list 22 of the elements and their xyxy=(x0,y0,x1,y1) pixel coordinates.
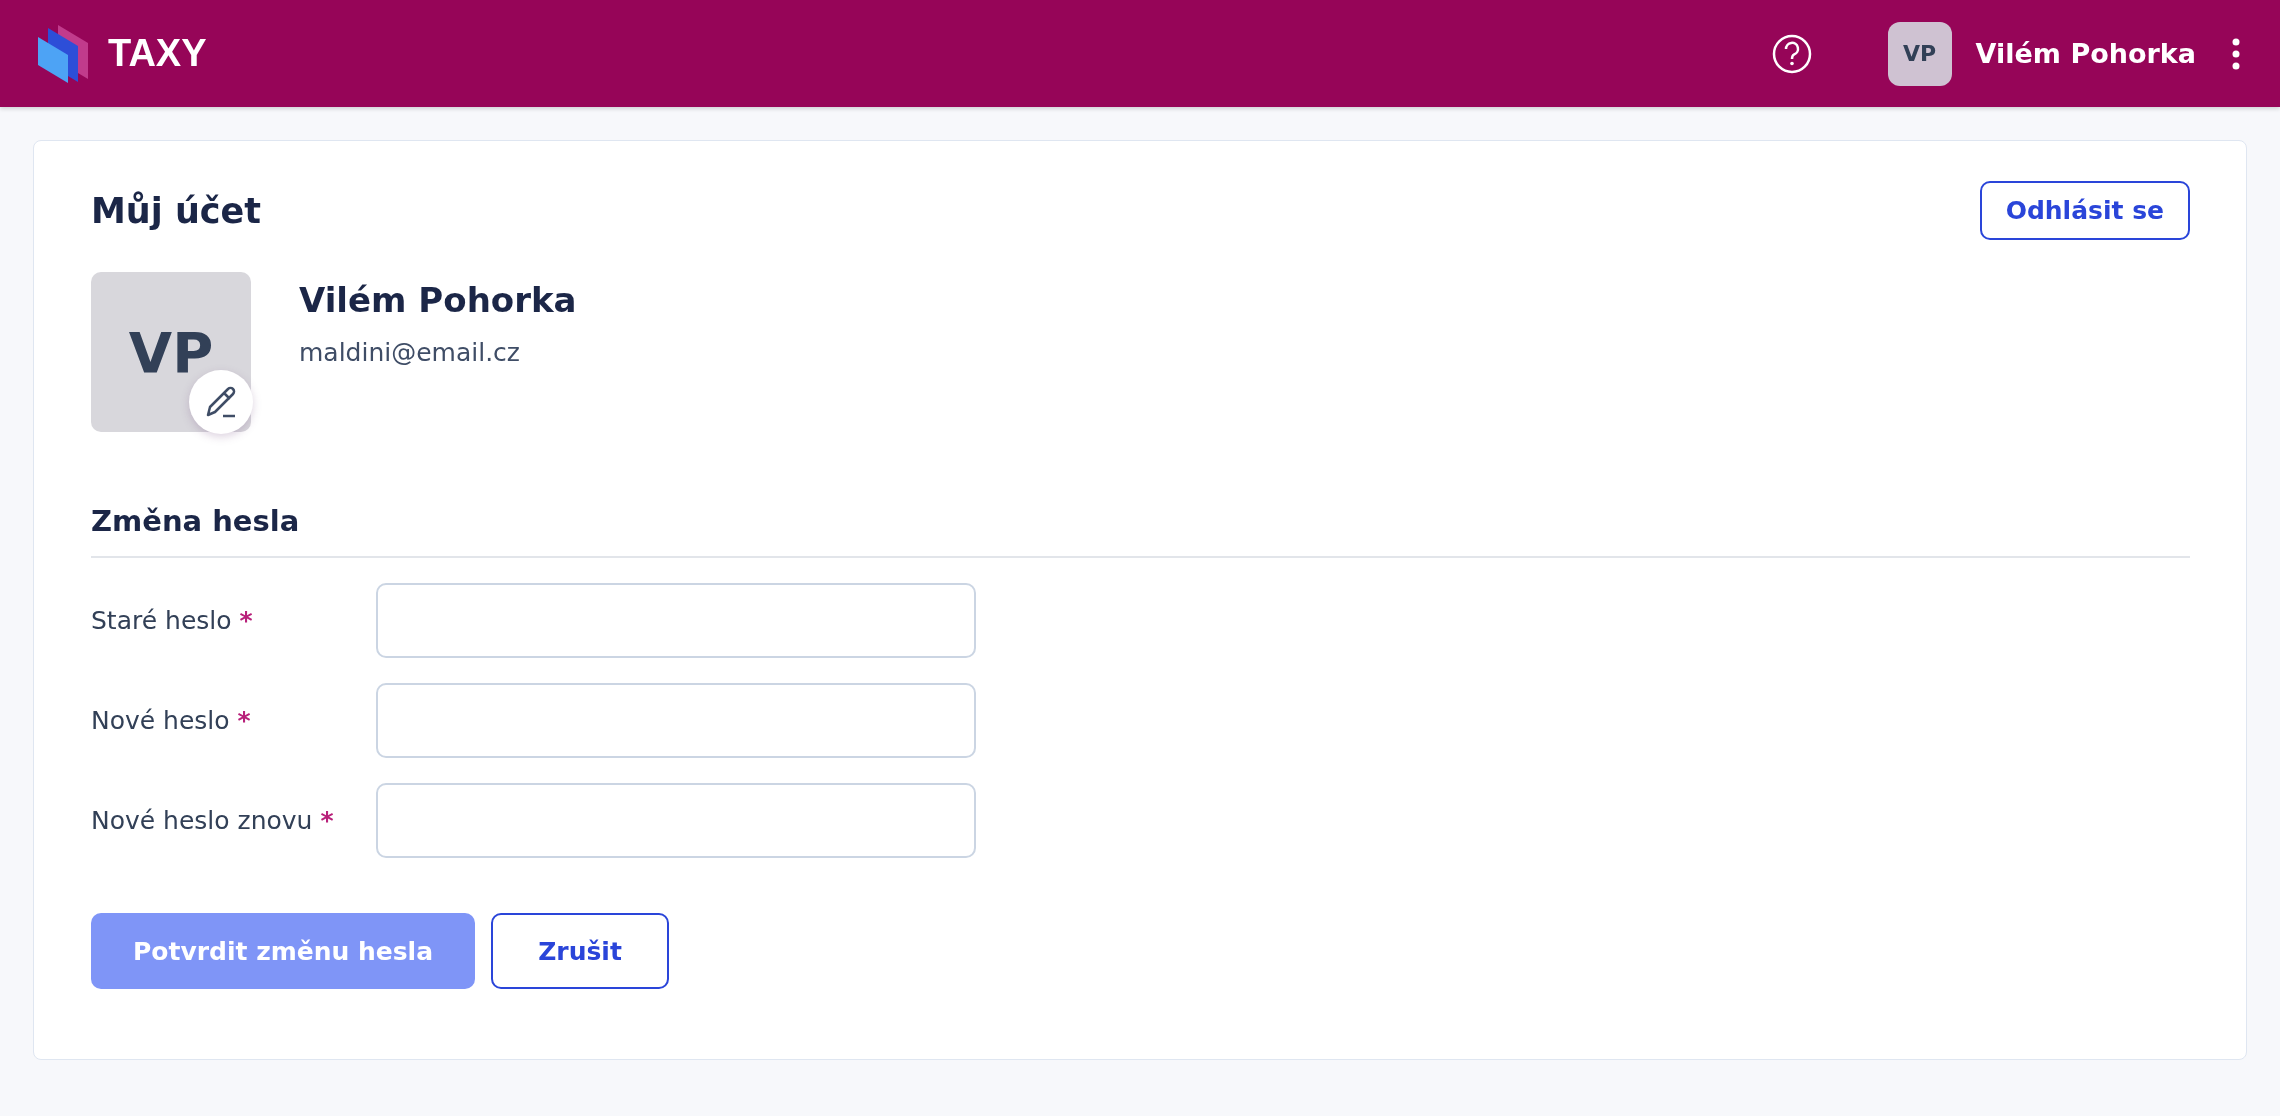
required-mark: * xyxy=(239,606,253,635)
cancel-button[interactable]: Zrušit xyxy=(491,913,669,989)
field-label: Nové heslo * xyxy=(91,706,252,735)
logo-icon xyxy=(38,24,90,83)
page-title: Můj účet xyxy=(91,190,262,231)
profile-avatar: VP xyxy=(91,272,251,432)
field-label: Staré heslo * xyxy=(91,606,254,635)
required-mark: * xyxy=(320,806,334,835)
password-field[interactable] xyxy=(376,783,976,858)
brand-name: TAXY xyxy=(108,32,207,75)
user-avatar[interactable]: VP xyxy=(1887,21,1952,86)
required-mark: * xyxy=(237,706,251,735)
profile-name: Vilém Pohorka xyxy=(299,280,577,320)
section-heading: Změna hesla xyxy=(91,504,2190,558)
more-icon[interactable] xyxy=(2232,37,2240,70)
field-label: Nové heslo znovu * xyxy=(91,806,335,835)
password-field[interactable] xyxy=(376,683,976,758)
password-field[interactable] xyxy=(376,583,976,658)
profile-email: maldini@email.cz xyxy=(299,338,521,367)
logout-button[interactable]: Odhlásit se xyxy=(1979,181,2190,240)
user-name[interactable]: Vilém Pohorka xyxy=(1975,38,2196,69)
help-icon[interactable] xyxy=(1771,33,1812,74)
